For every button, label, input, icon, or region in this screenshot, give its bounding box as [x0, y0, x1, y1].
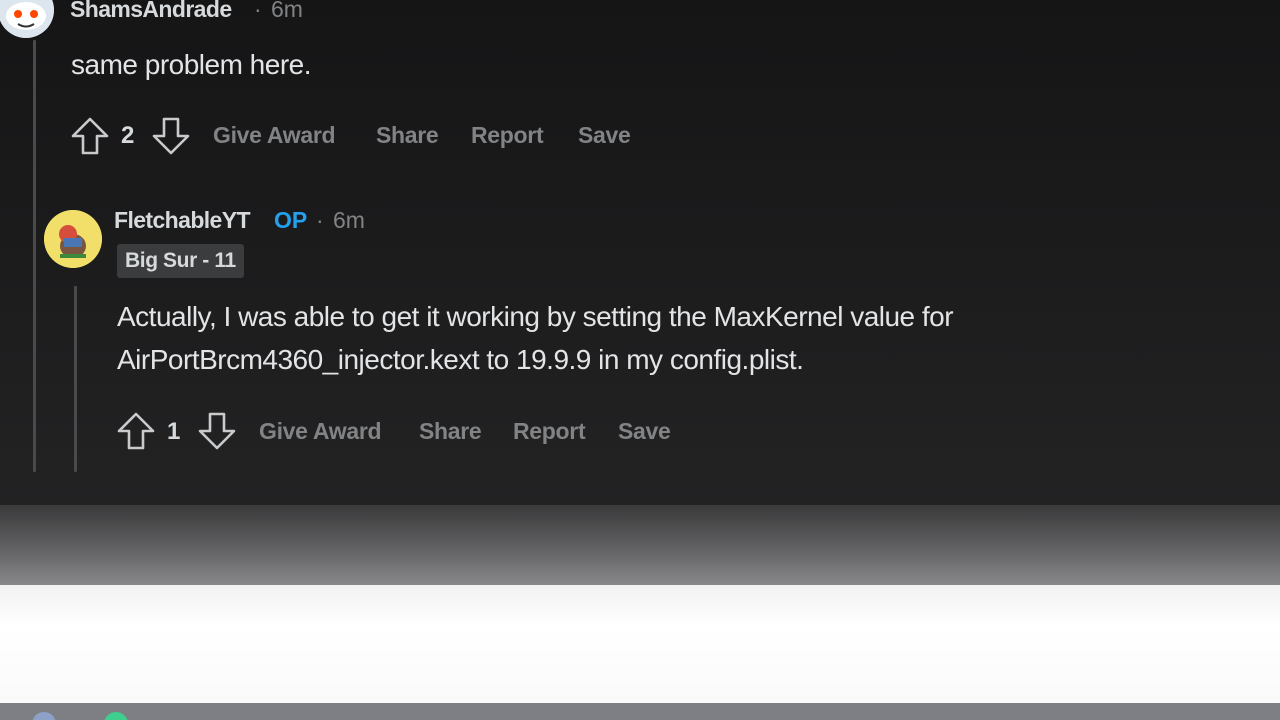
comment-body-line: AirPortBrcm4360_injector.kext to 19.9.9 …	[117, 344, 804, 375]
thread-line[interactable]	[33, 40, 36, 472]
op-badge: OP	[274, 207, 308, 233]
upvote-arrow-icon[interactable]	[70, 116, 110, 156]
vote-count: 1	[167, 418, 181, 445]
meta-separator: ·	[254, 0, 262, 22]
white-area	[0, 585, 1280, 705]
comment-thread-screen: ShamsAndrade · 6m same problem here. 2 G…	[0, 0, 1280, 510]
avatar[interactable]	[0, 0, 54, 38]
share-button[interactable]: Share	[376, 122, 439, 149]
upvote-arrow-icon[interactable]	[116, 411, 156, 451]
vote-count: 2	[121, 122, 135, 149]
save-button[interactable]: Save	[578, 122, 631, 149]
downvote-arrow-icon[interactable]	[151, 116, 191, 156]
downvote-arrow-icon[interactable]	[197, 411, 237, 451]
share-button[interactable]: Share	[419, 418, 482, 445]
comment-timestamp[interactable]: 6m	[271, 0, 303, 23]
thread-line-reply[interactable]	[74, 286, 77, 472]
save-button[interactable]: Save	[618, 418, 671, 445]
comment-author[interactable]: FletchableYT	[114, 207, 251, 234]
comment-body-line: Actually, I was able to get it working b…	[117, 301, 954, 332]
give-award-button[interactable]: Give Award	[213, 122, 336, 149]
comment-timestamp[interactable]: 6m	[333, 207, 365, 234]
avatar[interactable]	[44, 210, 102, 268]
give-award-button[interactable]: Give Award	[259, 418, 382, 445]
comment-body: same problem here.	[71, 49, 312, 80]
avatar-icon	[44, 210, 102, 268]
avatar-icon	[0, 0, 54, 38]
meta-separator: ·	[316, 207, 324, 233]
taskbar-strip	[0, 703, 1280, 720]
monitor-bezel	[0, 505, 1280, 587]
report-button[interactable]: Report	[471, 122, 544, 149]
report-button[interactable]: Report	[513, 418, 586, 445]
comment-author[interactable]: ShamsAndrade	[70, 0, 232, 23]
user-flair: Big Sur - 11	[117, 244, 244, 278]
